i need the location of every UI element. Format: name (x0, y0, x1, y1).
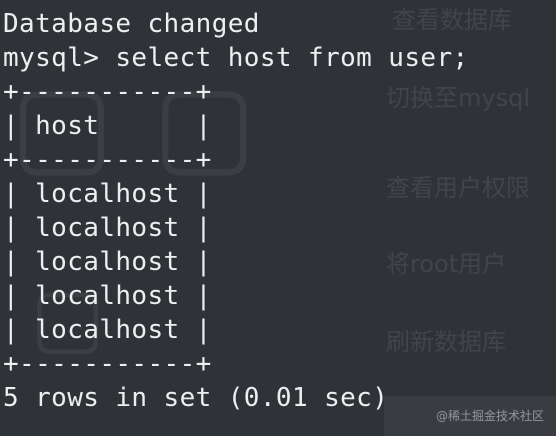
table-header: | host | (3, 111, 212, 141)
table-row: | localhost | (3, 179, 212, 209)
status-line: Database changed (3, 9, 260, 39)
terminal-output: Database changed mysql> select host from … (3, 7, 469, 415)
watermark: @稀土掘金技术社区 (435, 409, 544, 423)
table-row: | localhost | (3, 247, 212, 277)
result-summary: 5 rows in set (0.01 sec) (3, 383, 389, 413)
command-line: mysql> select host from user; (3, 43, 469, 73)
table-border: +-----------+ (3, 349, 212, 379)
table-row: | localhost | (3, 213, 212, 243)
table-border: +-----------+ (3, 145, 212, 175)
table-border: +-----------+ (3, 77, 212, 107)
table-row: | localhost | (3, 281, 212, 311)
table-row: | localhost | (3, 315, 212, 345)
